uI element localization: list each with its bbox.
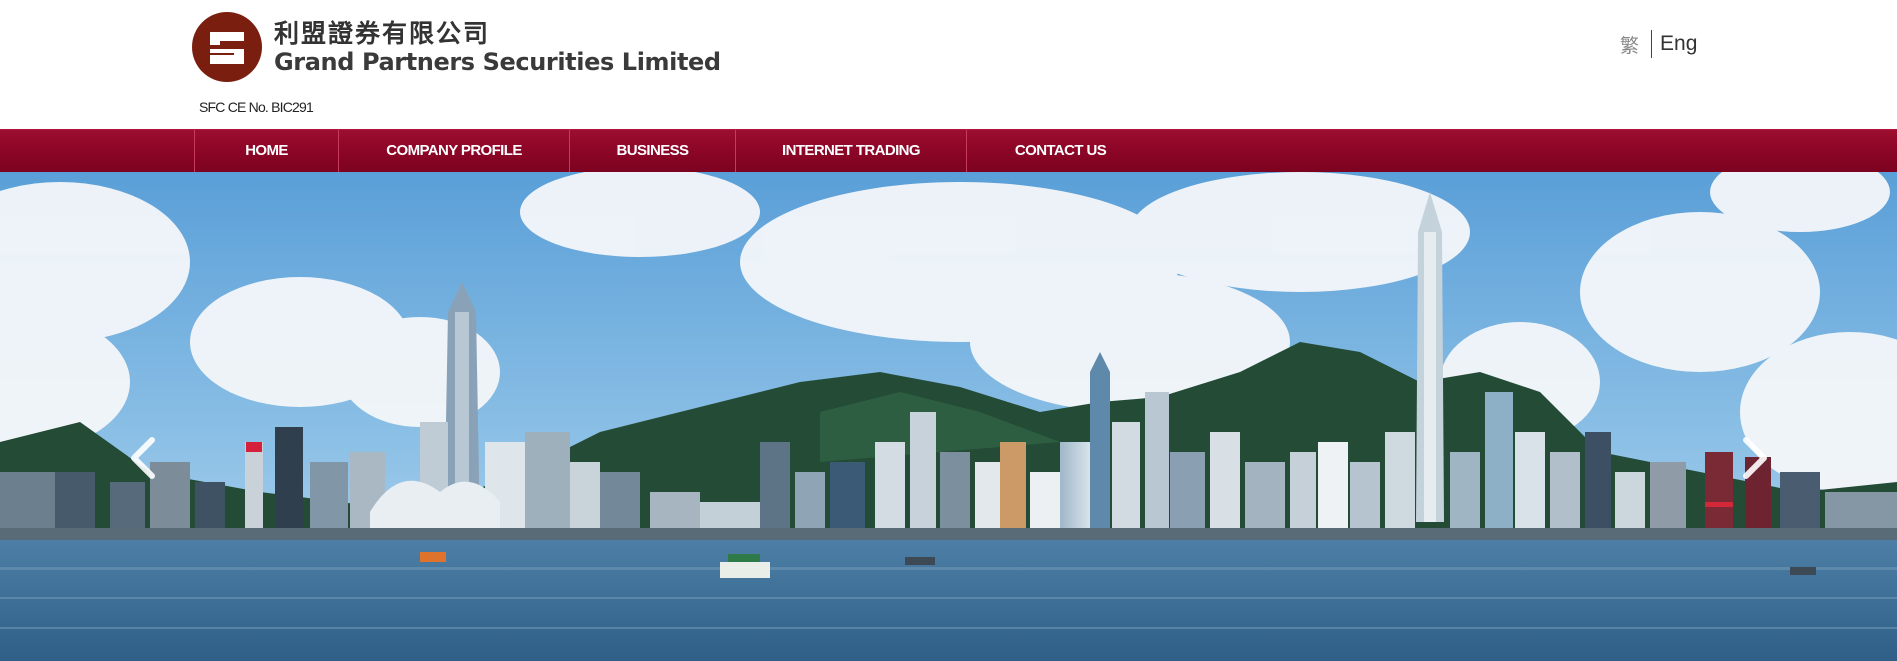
nav-item-home[interactable]: HOME <box>194 130 338 172</box>
page: 利盟證券有限公司 Grand Partners Securities Limit… <box>0 0 1897 661</box>
main-navigation-bar: HOME COMPANY PROFILE BUSINESS INTERNET T… <box>0 129 1897 172</box>
brand-name-zh: 利盟證券有限公司 <box>274 19 491 48</box>
chevron-left-icon <box>131 437 155 479</box>
main-navigation: HOME COMPANY PROFILE BUSINESS INTERNET T… <box>194 130 1154 173</box>
language-english-link[interactable]: Eng <box>1660 32 1697 56</box>
language-divider <box>1651 30 1653 58</box>
carousel-prev-button[interactable] <box>118 428 168 488</box>
carousel-next-button[interactable] <box>1730 428 1780 488</box>
company-logo[interactable] <box>192 12 262 82</box>
chevron-right-icon <box>1743 437 1767 479</box>
nav-item-company-profile[interactable]: COMPANY PROFILE <box>338 130 569 172</box>
nav-item-internet-trading[interactable]: INTERNET TRADING <box>735 130 966 172</box>
nav-item-contact-us[interactable]: CONTACT US <box>966 130 1154 172</box>
language-switcher: 繁 Eng <box>1620 30 1697 58</box>
hong-kong-skyline-image <box>0 172 1897 661</box>
brand-name: 利盟證券有限公司 Grand Partners Securities Limit… <box>274 19 721 77</box>
gs-logo-icon <box>192 12 262 82</box>
language-traditional-chinese-link[interactable]: 繁 <box>1620 31 1639 58</box>
nav-item-business[interactable]: BUSINESS <box>569 130 735 172</box>
brand-name-en: Grand Partners Securities Limited <box>274 48 721 76</box>
sfc-license-number: SFC CE No. BIC291 <box>199 99 314 115</box>
site-header: 利盟證券有限公司 Grand Partners Securities Limit… <box>0 0 1897 129</box>
hero-carousel <box>0 172 1897 661</box>
